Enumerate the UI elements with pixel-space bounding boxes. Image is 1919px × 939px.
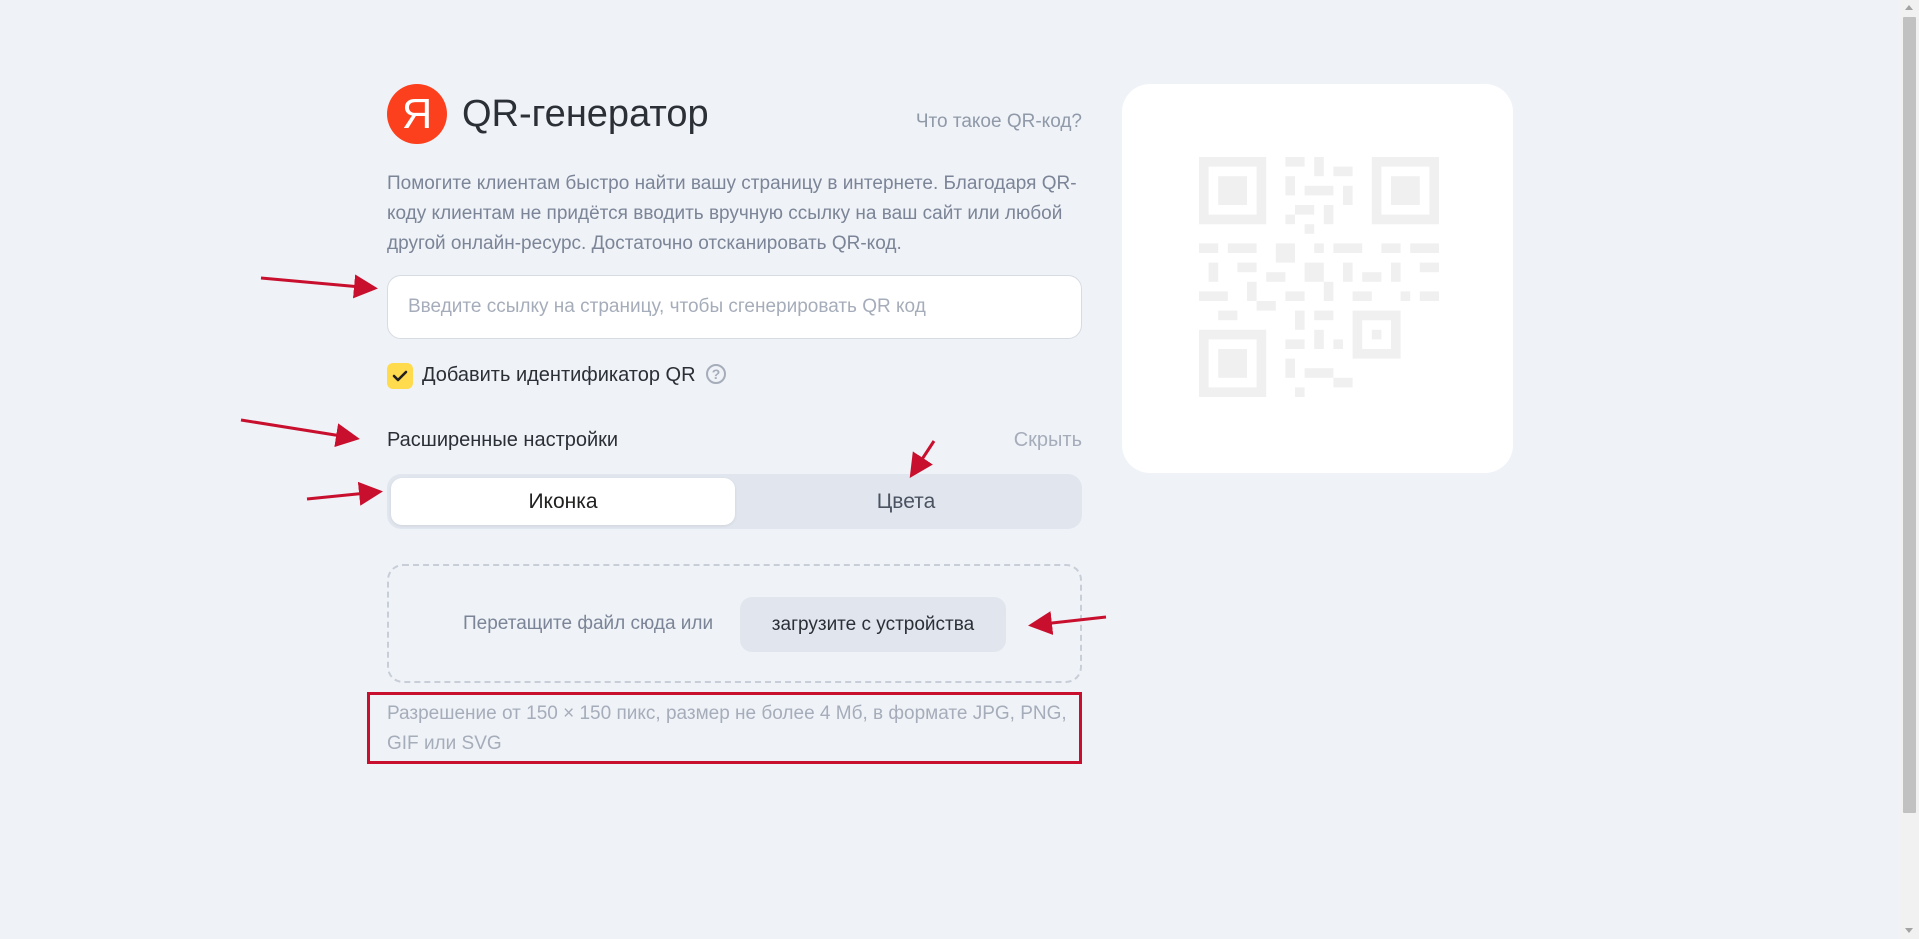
what-is-qr-link[interactable]: Что такое QR-код?	[916, 111, 1082, 133]
upload-requirements-hint: Разрешение от 150 × 150 пикс, размер не …	[387, 703, 1067, 754]
scrollbar-thumb[interactable]	[1903, 17, 1916, 813]
annotation-arrows	[240, 274, 1107, 635]
check-icon	[392, 370, 408, 382]
page-title: QR-генератор	[462, 93, 709, 135]
qr-code-placeholder-icon	[1199, 157, 1439, 397]
advanced-tabs: Иконка Цвета	[387, 474, 1082, 529]
hide-advanced-link[interactable]: Скрыть	[1014, 429, 1082, 452]
qr-id-checkbox[interactable]	[387, 363, 413, 389]
arrow-to-icon-tab	[306, 481, 383, 506]
url-input[interactable]	[387, 275, 1082, 339]
tab-colors[interactable]: Цвета	[734, 478, 1078, 525]
question-circle-icon[interactable]: ?	[706, 364, 726, 384]
qr-id-checkbox-label[interactable]: Добавить идентификатор QR	[422, 364, 696, 387]
scroll-down-icon[interactable]	[1905, 928, 1913, 933]
advanced-settings-title: Расширенные настройки	[387, 429, 619, 451]
arrow-to-url-input	[260, 274, 378, 299]
page-description: Помогите клиентам быстро найти вашу стра…	[387, 173, 1077, 254]
tab-icon[interactable]: Иконка	[391, 478, 735, 525]
scroll-up-icon[interactable]	[1905, 5, 1913, 10]
arrow-to-advanced-title	[240, 418, 360, 448]
arrow-to-colors-tab	[909, 440, 936, 479]
dropzone-text: Перетащите файл сюда или	[463, 613, 714, 634]
yandex-logo-icon[interactable]: Я	[387, 84, 447, 144]
upload-from-device-button[interactable]: загрузите с устройства	[740, 597, 1006, 652]
